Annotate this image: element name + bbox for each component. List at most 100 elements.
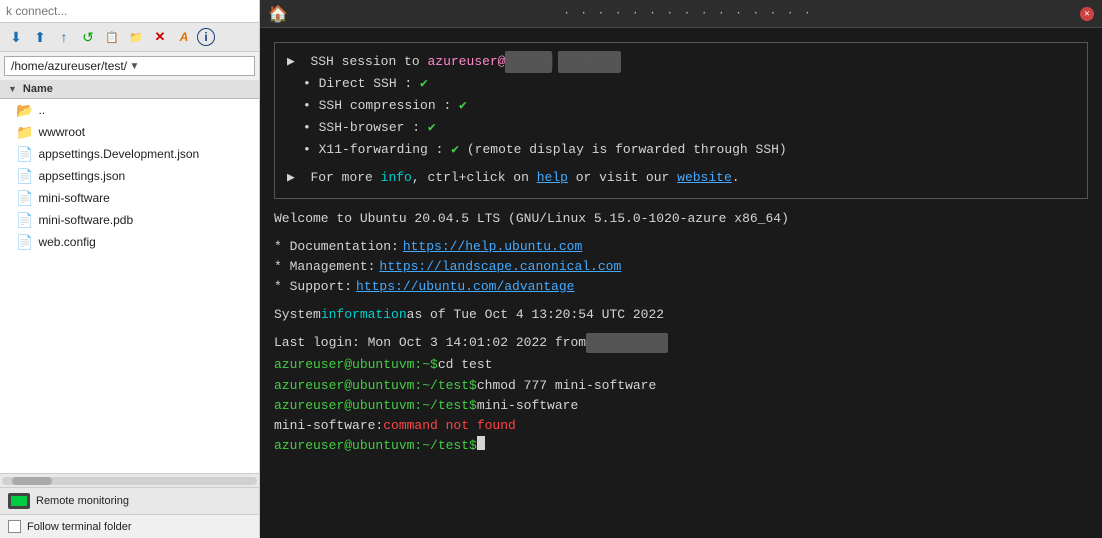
terminal-content: ▶ SSH session to azureuser@ ██████ █████…	[274, 42, 1088, 456]
welcome-text: Welcome to Ubuntu 20.04.5 LTS (GNU/Linux…	[274, 209, 789, 229]
cmd1-prompt: azureuser@ubuntuvm:~$	[274, 355, 438, 375]
direct-ssh-line: • Direct SSH : ✔	[303, 73, 1075, 95]
search-bar	[0, 0, 259, 23]
cmd3-prompt: azureuser@ubuntuvm:~/test$	[274, 396, 477, 416]
current-path: /home/azureuser/test/	[11, 59, 130, 73]
ssh-comp-line: • SSH compression : ✔	[303, 95, 1075, 117]
ssh-browser-label: SSH-browser	[319, 117, 405, 139]
ssh-session-line: ▶ SSH session to azureuser@ ██████ █████…	[287, 51, 1075, 73]
bullet2: •	[303, 95, 319, 117]
x11-line: • X11-forwarding : ✔ (remote display is …	[303, 139, 1075, 161]
upload-btn[interactable]: ⬆	[29, 26, 51, 48]
monitor-icon	[8, 493, 30, 509]
download-btn[interactable]: ⬇	[5, 26, 27, 48]
list-item[interactable]: 📄 mini-software	[0, 187, 259, 209]
list-item[interactable]: 📄 appsettings.Development.json	[0, 143, 259, 165]
path-dropdown-arrow[interactable]: ▼	[130, 61, 249, 72]
ssh-host-blur2: ████████	[558, 51, 620, 73]
info-website-link[interactable]: website	[677, 167, 732, 189]
file-list-header-label: Name	[23, 83, 53, 95]
copy-btn[interactable]: 📋	[101, 26, 123, 48]
last-login-text: Last login: Mon Oct 3 14:01:02 2022 from	[274, 333, 586, 353]
cmd1-line: azureuser@ubuntuvm:~$ cd test	[274, 355, 1088, 375]
direct-ssh-label: Direct SSH	[319, 73, 397, 95]
file-list: 📂 .. 📁 wwwroot 📄 appsettings.Development…	[0, 99, 259, 473]
list-item[interactable]: 📄 mini-software.pdb	[0, 209, 259, 231]
x11-label: X11-forwarding	[319, 139, 428, 161]
cmd3-line: azureuser@ubuntuvm:~/test$ mini-software	[274, 396, 1088, 416]
follow-folder-checkbox[interactable]	[8, 520, 21, 533]
file-name: appsettings.Development.json	[38, 147, 199, 161]
x11-note-text: (remote display is forwarded through SSH…	[467, 139, 787, 161]
bullet3: •	[303, 117, 319, 139]
ssh-host-blur: ██████	[505, 51, 552, 73]
info-help-link[interactable]: help	[537, 167, 568, 189]
cmd2-text: chmod 777 mini-software	[477, 376, 656, 396]
file-name: ..	[38, 103, 45, 117]
scroll-thumb[interactable]	[12, 477, 52, 485]
file-icon: 📄	[16, 168, 33, 185]
welcome-line: Welcome to Ubuntu 20.04.5 LTS (GNU/Linux…	[274, 209, 1088, 229]
scroll-track[interactable]	[2, 477, 257, 485]
ssh-browser-check: ✔	[428, 117, 436, 139]
sysinfo-line: System information as of Tue Oct 4 13:20…	[274, 305, 1088, 325]
x11-check: ✔	[451, 139, 459, 161]
file-icon: 📄	[16, 190, 33, 207]
list-item[interactable]: 📂 ..	[0, 99, 259, 121]
file-name: web.config	[38, 235, 95, 249]
support-label: * Support:	[274, 277, 352, 297]
list-item[interactable]: 📁 wwwroot	[0, 121, 259, 143]
last-login-ip-blur: ███ ██ ███	[586, 333, 668, 353]
file-icon: 📄	[16, 146, 33, 163]
file-icon: 📄	[16, 212, 33, 229]
list-item[interactable]: 📄 web.config	[0, 231, 259, 253]
info-line: ▶ For more info , ctrl+click on help or …	[287, 167, 1075, 189]
err-prog: mini-software:	[274, 416, 383, 436]
file-name: mini-software	[38, 191, 109, 205]
info-btn[interactable]: i	[197, 28, 215, 46]
terminal-titlebar: 🏠 · · · · · · · · · · · · · · · ✕	[260, 0, 1102, 28]
path-bar: /home/azureuser/test/ ▼	[4, 56, 255, 76]
left-panel: ⬇ ⬆ ↑ ↺ 📋 📁 ✕ A i /home/azureuser/test/ …	[0, 0, 260, 538]
cursor	[477, 436, 485, 450]
cmd3-text: mini-software	[477, 396, 578, 416]
delete-btn[interactable]: ✕	[149, 26, 171, 48]
doc-url[interactable]: https://help.ubuntu.com	[403, 237, 582, 257]
cmd2-prompt: azureuser@ubuntuvm:~/test$	[274, 376, 477, 396]
scrollbar-area	[0, 473, 259, 487]
search-input[interactable]	[6, 4, 253, 18]
file-icon: 📄	[16, 234, 33, 251]
support-line: * Support: https://ubuntu.com/advantage	[274, 277, 1088, 297]
ssh-comp-label: SSH compression	[319, 95, 436, 117]
terminal-close-button[interactable]: ✕	[1080, 7, 1094, 21]
x11-note	[459, 139, 467, 161]
info-for-more: For more	[310, 167, 380, 189]
cmd2-line: azureuser@ubuntuvm:~/test$ chmod 777 min…	[274, 376, 1088, 396]
rename-btn[interactable]: A	[173, 26, 195, 48]
info-arrow: ▶	[287, 167, 310, 189]
folder-up-icon: 📂	[16, 102, 33, 119]
folder-icon: 📁	[16, 124, 33, 141]
file-name: wwwroot	[38, 125, 85, 139]
new-folder-btn[interactable]: 📁	[125, 26, 147, 48]
mgmt-url[interactable]: https://landscape.canonical.com	[379, 257, 621, 277]
refresh-btn[interactable]: ↺	[77, 26, 99, 48]
support-url[interactable]: https://ubuntu.com/advantage	[356, 277, 574, 297]
bottom-bar: Remote monitoring	[0, 487, 259, 514]
ssh-comp-colon: :	[436, 95, 459, 117]
ssh-info-box: ▶ SSH session to azureuser@ ██████ █████…	[274, 42, 1088, 199]
ssh-browser-colon: :	[404, 117, 427, 139]
ssh-label: SSH session to	[310, 51, 427, 73]
list-item[interactable]: 📄 appsettings.json	[0, 165, 259, 187]
final-prompt-line: azureuser@ubuntuvm:~/test$	[274, 436, 1088, 456]
collapse-arrow[interactable]: ▼	[8, 84, 17, 94]
terminal-panel: 🏠 · · · · · · · · · · · · · · · ✕ ▶ SSH …	[260, 0, 1102, 538]
terminal-title-text: · · · · · · · · · · · · · · ·	[296, 8, 1080, 20]
info-period: .	[732, 167, 740, 189]
ssh-arrow: ▶	[287, 51, 310, 73]
doc-label: * Documentation:	[274, 237, 399, 257]
final-prompt: azureuser@ubuntuvm:~/test$	[274, 436, 477, 456]
up-folder-btn[interactable]: ↑	[53, 26, 75, 48]
mgmt-label: * Management:	[274, 257, 375, 277]
follow-folder-bar: Follow terminal folder	[0, 514, 259, 538]
